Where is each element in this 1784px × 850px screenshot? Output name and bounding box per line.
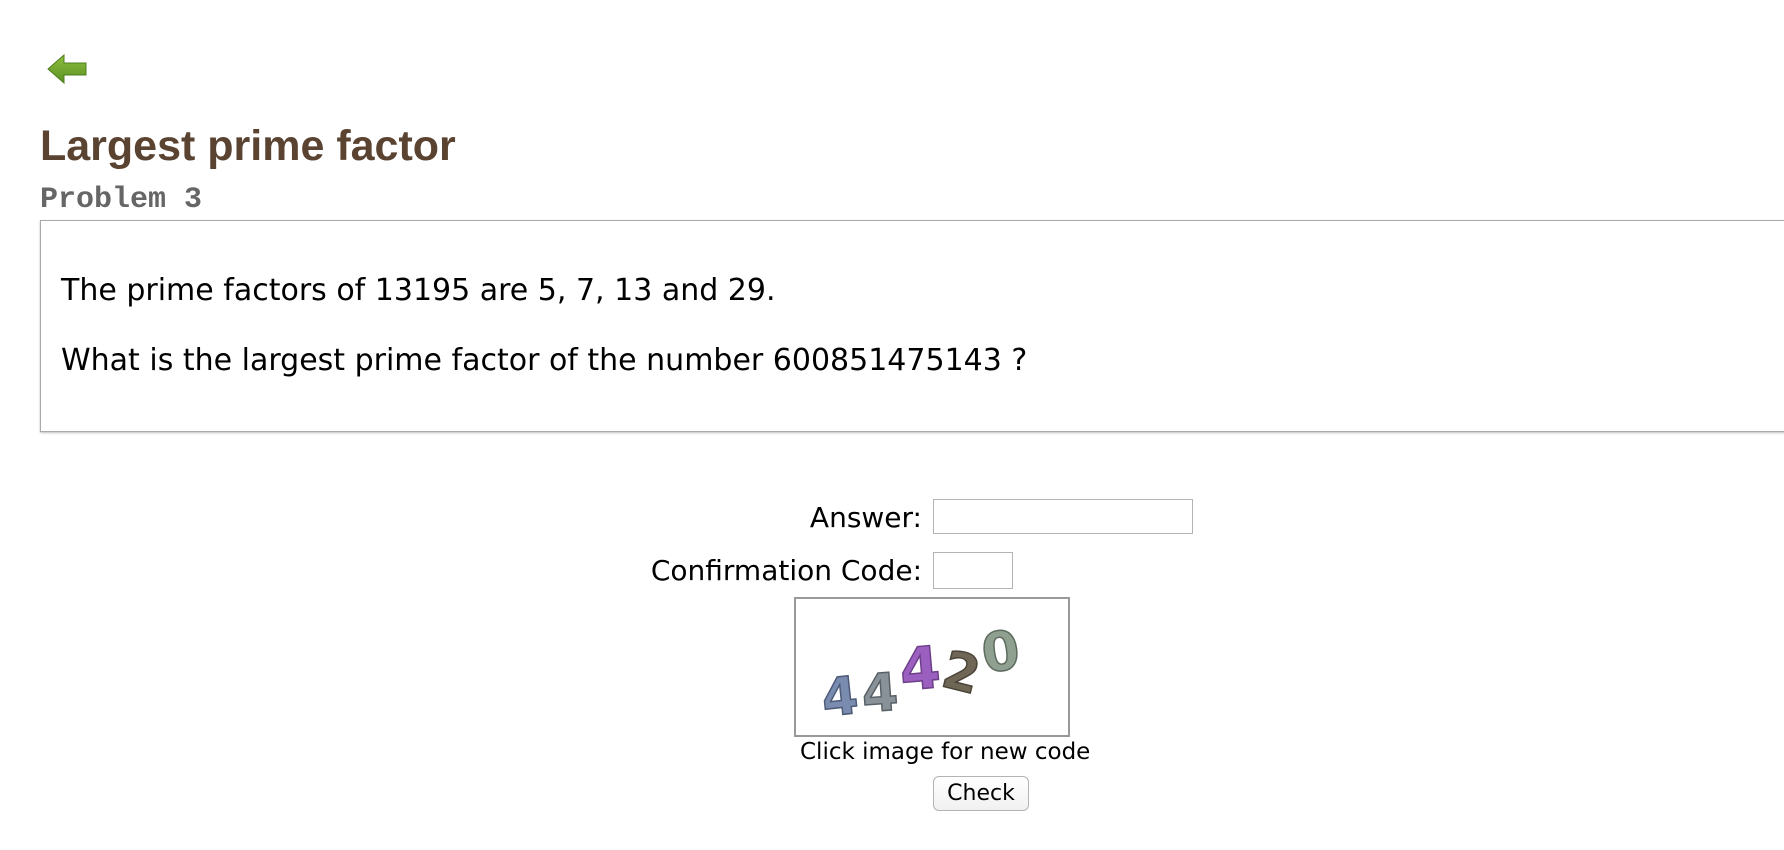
problem-question: What is the largest prime factor of the … xyxy=(61,343,1028,378)
captcha-char: 0 xyxy=(978,618,1024,686)
answer-input[interactable] xyxy=(933,499,1193,534)
captcha-char: 4 xyxy=(897,633,943,704)
captcha-hint: Click image for new code xyxy=(800,739,1091,765)
problem-number: Problem 3 xyxy=(40,183,203,217)
captcha-image[interactable]: 4 4 4 2 0 xyxy=(794,597,1070,737)
page-title: Largest prime factor xyxy=(40,122,456,170)
check-button[interactable]: Check xyxy=(933,776,1029,811)
confirmation-code-label: Confirmation Code: xyxy=(650,554,922,587)
problem-paragraph: The prime factors of 13195 are 5, 7, 13 … xyxy=(61,273,776,308)
captcha-char: 4 xyxy=(860,663,900,725)
left-arrow-icon xyxy=(46,52,90,86)
captcha-char: 4 xyxy=(819,666,861,729)
back-link[interactable] xyxy=(46,52,90,86)
confirmation-code-input[interactable] xyxy=(933,552,1013,589)
answer-label: Answer: xyxy=(809,501,922,534)
captcha-char: 2 xyxy=(936,640,986,707)
problem-content: The prime factors of 13195 are 5, 7, 13 … xyxy=(40,220,1784,432)
